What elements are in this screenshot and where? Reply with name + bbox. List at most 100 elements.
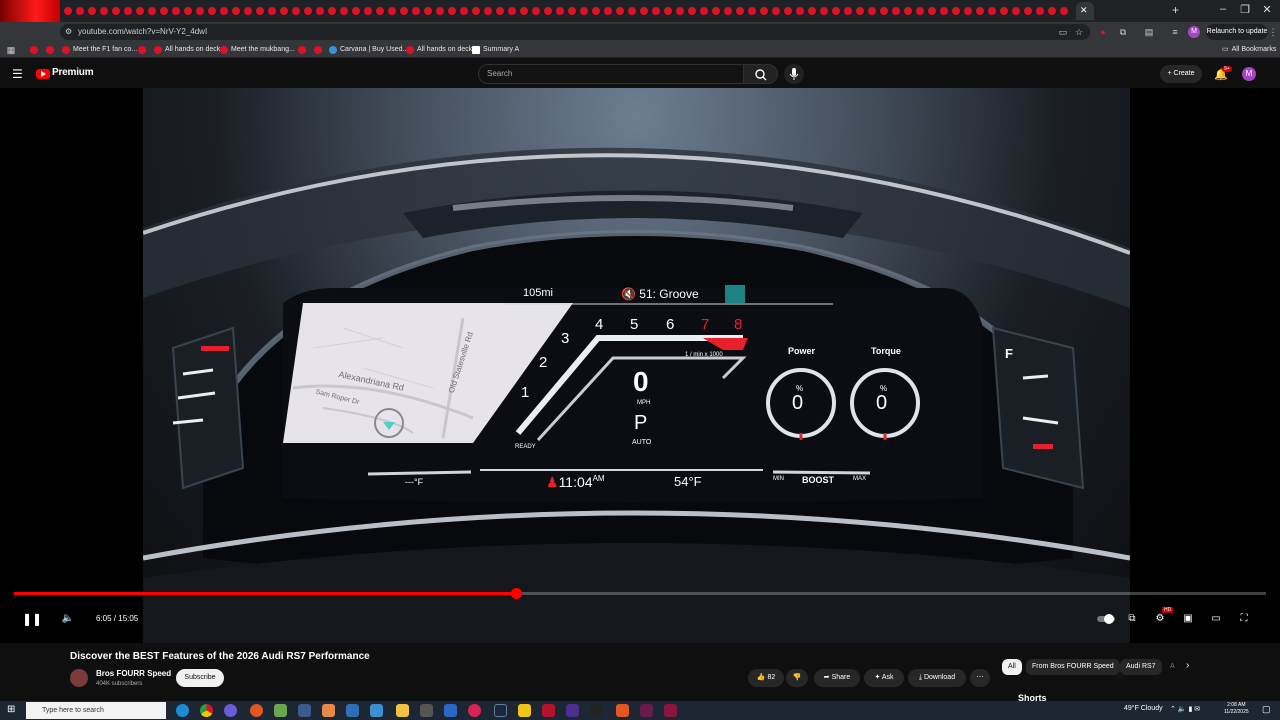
tab-search-icon[interactable]: ▤ — [1142, 25, 1156, 39]
extensions-icon[interactable]: ⧉ — [1116, 25, 1130, 39]
tab-favicon-icon[interactable] — [734, 5, 746, 17]
tab-favicon-icon[interactable] — [986, 5, 998, 17]
tab-favicon-icon[interactable] — [674, 5, 686, 17]
chip-all[interactable]: All — [1002, 659, 1022, 675]
extension-red-icon[interactable]: ● — [1096, 25, 1110, 39]
menu-kebab-icon[interactable]: ⋮ — [1266, 25, 1280, 39]
tab-favicon-icon[interactable] — [902, 5, 914, 17]
tab-favicon-icon[interactable] — [242, 5, 254, 17]
bookmark-item[interactable]: Meet the mukbang... — [220, 44, 295, 56]
tab-close-icon[interactable]: ✕ — [1080, 5, 1088, 16]
autoplay-toggle[interactable] — [1096, 612, 1116, 626]
tab-favicon-icon[interactable] — [290, 5, 302, 17]
tab-favicon-icon[interactable] — [830, 5, 842, 17]
settings-gear-icon[interactable]: ⚙ — [1152, 612, 1168, 626]
tab-favicon-icon[interactable] — [590, 5, 602, 17]
relaunch-button[interactable]: Relaunch to update — [1206, 24, 1268, 40]
tab-favicon-icon[interactable] — [1034, 5, 1046, 17]
download-button[interactable]: ⤓ Download — [908, 669, 966, 687]
browser-tab-pinned[interactable] — [0, 0, 60, 22]
tab-favicon-icon[interactable] — [602, 5, 614, 17]
tab-favicon-icon[interactable] — [614, 5, 626, 17]
tab-favicon-icon[interactable] — [206, 5, 218, 17]
tab-favicon-icon[interactable] — [422, 5, 434, 17]
tab-favicon-icon[interactable] — [1046, 5, 1058, 17]
tab-favicon-icon[interactable] — [926, 5, 938, 17]
hamburger-menu-icon[interactable]: ☰ — [12, 67, 23, 81]
tab-favicon-icon[interactable] — [962, 5, 974, 17]
new-tab-icon[interactable]: + — [1172, 3, 1179, 17]
cast-icon[interactable]: ▭ — [1056, 25, 1070, 39]
subscribe-button[interactable]: Subscribe — [176, 669, 224, 687]
tab-favicon-icon[interactable] — [578, 5, 590, 17]
tab-favicon-icon[interactable] — [1010, 5, 1022, 17]
tab-favicon-icon[interactable] — [266, 5, 278, 17]
app-icon[interactable] — [346, 704, 359, 717]
notification-center-icon[interactable]: ▢ — [1262, 704, 1271, 715]
bookmark-icon-only[interactable] — [138, 44, 146, 56]
bookmark-icon-only[interactable] — [46, 44, 54, 56]
tab-favicon-icon[interactable] — [182, 5, 194, 17]
account-avatar[interactable]: M — [1242, 67, 1256, 81]
youtube-premium-logo[interactable]: Premium — [52, 67, 94, 78]
tab-favicon-icon[interactable] — [350, 5, 362, 17]
more-actions-button[interactable]: ⋯ — [970, 669, 990, 687]
tab-favicon-icon[interactable] — [770, 5, 782, 17]
tab-favicon-icon[interactable] — [458, 5, 470, 17]
steam-icon[interactable] — [494, 704, 507, 717]
miniplayer-icon[interactable]: ▣ — [1180, 612, 1196, 626]
tab-favicon-icon[interactable] — [890, 5, 902, 17]
tab-favicon-icon[interactable] — [314, 5, 326, 17]
app-icon[interactable] — [664, 704, 677, 717]
bookmark-item[interactable]: All hands on deck — [406, 44, 472, 56]
search-input[interactable]: Search — [478, 64, 744, 84]
tab-favicon-icon[interactable] — [542, 5, 554, 17]
search-button[interactable] — [744, 64, 778, 84]
taskbar-search-input[interactable]: Type here to search — [26, 702, 166, 719]
tab-favicon-icon[interactable] — [122, 5, 134, 17]
tab-favicon-icon[interactable] — [158, 5, 170, 17]
tab-favicon-icon[interactable] — [794, 5, 806, 17]
app-icon[interactable] — [518, 704, 531, 717]
tab-favicon-icon[interactable] — [818, 5, 830, 17]
edge-icon[interactable] — [176, 704, 189, 717]
tab-favicon-icon[interactable] — [326, 5, 338, 17]
channel-avatar[interactable] — [70, 669, 88, 687]
pause-icon[interactable]: ❚❚ — [22, 612, 42, 626]
chip-truncated[interactable]: A — [1164, 659, 1181, 675]
app-icon[interactable] — [542, 704, 555, 717]
tab-favicon-icon[interactable] — [518, 5, 530, 17]
chrome-profile-icon[interactable] — [224, 704, 237, 717]
tab-favicon-icon[interactable] — [230, 5, 242, 17]
minimize-icon[interactable]: – — [1212, 3, 1234, 15]
tab-favicon-icon[interactable] — [638, 5, 650, 17]
app-icon[interactable] — [298, 704, 311, 717]
tab-favicon-icon[interactable] — [482, 5, 494, 17]
bookmark-icon-only[interactable] — [30, 44, 38, 56]
tab-favicon-icon[interactable] — [74, 5, 86, 17]
tab-favicon-icon[interactable] — [806, 5, 818, 17]
like-button[interactable]: 👍 82 — [748, 669, 784, 687]
all-bookmarks[interactable]: ▭ All Bookmarks — [1222, 44, 1276, 56]
restore-icon[interactable]: ❐ — [1234, 3, 1256, 16]
tab-favicon-icon[interactable] — [878, 5, 890, 17]
tab-favicon-icon[interactable] — [698, 5, 710, 17]
tab-favicon-icon[interactable] — [758, 5, 770, 17]
tab-favicon-icon[interactable] — [278, 5, 290, 17]
tab-favicon-icon[interactable] — [62, 5, 74, 17]
bookmark-star-icon[interactable]: ☆ — [1072, 25, 1086, 39]
tab-favicon-icon[interactable] — [554, 5, 566, 17]
tab-favicon-icon[interactable] — [1022, 5, 1034, 17]
tab-favicon-icon[interactable] — [218, 5, 230, 17]
tab-favicon-icon[interactable] — [338, 5, 350, 17]
tab-favicon-icon[interactable] — [998, 5, 1010, 17]
weather-widget[interactable]: 49°F Cloudy — [1124, 705, 1163, 712]
bookmark-item[interactable]: Meet the F1 fan co... — [62, 44, 137, 56]
tab-favicon-icon[interactable] — [626, 5, 638, 17]
tab-favicon-icon[interactable] — [566, 5, 578, 17]
file-explorer-icon[interactable] — [396, 704, 409, 717]
profile-avatar[interactable]: M — [1188, 26, 1200, 38]
app-icon[interactable] — [444, 704, 457, 717]
chip-next-chevron-icon[interactable]: › — [1186, 660, 1189, 671]
create-button[interactable]: + Create — [1160, 65, 1202, 83]
